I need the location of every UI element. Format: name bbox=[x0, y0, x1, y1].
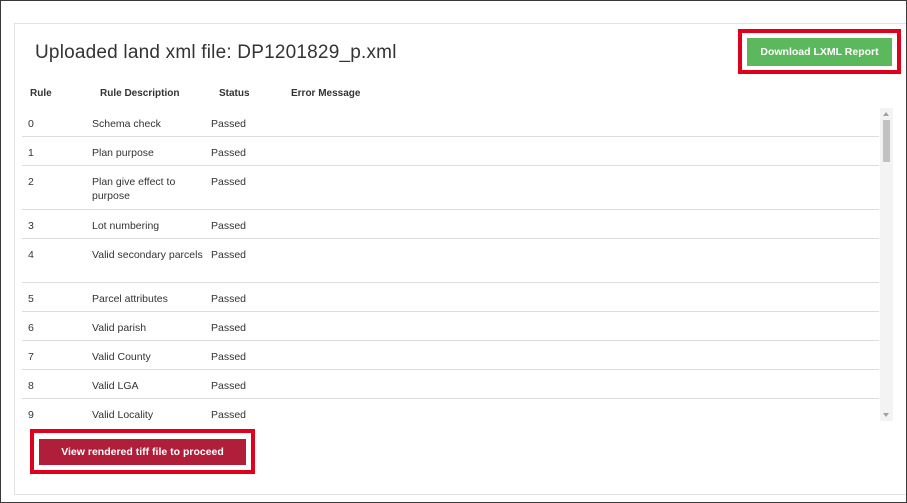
table-row: 9 Valid Locality Passed bbox=[22, 399, 879, 421]
rule-description-cell: Valid secondary parcels bbox=[92, 249, 203, 261]
rule-description-cell: Valid Locality bbox=[92, 409, 154, 421]
rule-description-cell: Parcel attributes bbox=[92, 293, 168, 305]
header-rule: Rule bbox=[30, 88, 52, 99]
table-row: 2 Plan give effect to purpose Passed bbox=[22, 166, 879, 210]
download-button-highlight: Download LXML Report bbox=[738, 29, 901, 74]
rule-cell: 8 bbox=[28, 380, 34, 392]
rule-description-cell: Valid County bbox=[92, 351, 151, 363]
rule-description-cell: Plan purpose bbox=[92, 147, 154, 159]
screenshot-frame: Uploaded land xml file: DP1201829_p.xml … bbox=[0, 0, 907, 503]
rule-description-cell: Valid parish bbox=[92, 322, 147, 334]
table-row: 6 Valid parish Passed bbox=[22, 312, 879, 341]
page-title: Uploaded land xml file: DP1201829_p.xml bbox=[35, 42, 397, 63]
rule-cell: 0 bbox=[28, 118, 34, 130]
header-status: Status bbox=[219, 88, 250, 99]
status-cell: Passed bbox=[211, 147, 247, 159]
rule-description-cell: Plan give effect to purpose bbox=[92, 176, 176, 202]
status-cell: Passed bbox=[211, 293, 247, 305]
status-cell: Passed bbox=[211, 380, 247, 392]
table-row: 0 Schema check Passed bbox=[22, 108, 879, 137]
table-row: 1 Plan purpose Passed bbox=[22, 137, 879, 166]
status-cell: Passed bbox=[211, 220, 247, 232]
rule-cell: 5 bbox=[28, 293, 34, 305]
header-error-message: Error Message bbox=[291, 88, 361, 99]
rule-description-cell: Valid LGA bbox=[92, 380, 139, 392]
rule-cell: 6 bbox=[28, 322, 34, 334]
rule-description-cell: Schema check bbox=[92, 118, 161, 130]
table-header: Rule Rule Description Status Error Messa… bbox=[22, 84, 892, 104]
rule-cell: 2 bbox=[28, 176, 34, 188]
status-cell: Passed bbox=[211, 176, 247, 188]
rule-description-cell: Lot numbering bbox=[92, 220, 160, 232]
table-row: 5 Parcel attributes Passed bbox=[22, 283, 879, 312]
rule-cell: 4 bbox=[28, 249, 34, 261]
rule-cell: 3 bbox=[28, 220, 34, 232]
status-cell: Passed bbox=[211, 409, 247, 421]
status-cell: Passed bbox=[211, 322, 247, 334]
results-table-scroll-area[interactable]: 0 Schema check Passed 1 Plan purpose Passed 2 P… bbox=[22, 108, 893, 421]
rule-cell: 1 bbox=[28, 147, 34, 159]
status-cell: Passed bbox=[211, 249, 247, 261]
table-row: 8 Valid LGA Passed bbox=[22, 370, 879, 399]
results-table-body: 0 Schema check Passed 1 Plan purpose Passed 2 P… bbox=[22, 108, 879, 421]
scrollbar-thumb[interactable] bbox=[883, 120, 890, 162]
validation-panel: Uploaded land xml file: DP1201829_p.xml … bbox=[14, 23, 906, 495]
table-row: 4 Valid secondary parcels Passed bbox=[22, 239, 879, 283]
vertical-scrollbar[interactable] bbox=[880, 108, 893, 421]
view-button-highlight: View rendered tiff file to proceed bbox=[30, 429, 255, 474]
scroll-up-arrow-icon[interactable] bbox=[883, 112, 889, 116]
header-rule-description: Rule Description bbox=[100, 88, 180, 99]
table-row: 3 Lot numbering Passed bbox=[22, 210, 879, 239]
status-cell: Passed bbox=[211, 118, 247, 130]
download-lxml-report-button[interactable]: Download LXML Report bbox=[747, 38, 892, 66]
view-rendered-tiff-button[interactable]: View rendered tiff file to proceed bbox=[39, 439, 246, 465]
status-cell: Passed bbox=[211, 351, 247, 363]
rule-cell: 9 bbox=[28, 409, 34, 421]
rule-cell: 7 bbox=[28, 351, 34, 363]
table-row: 7 Valid County Passed bbox=[22, 341, 879, 370]
scroll-down-arrow-icon[interactable] bbox=[883, 413, 889, 417]
